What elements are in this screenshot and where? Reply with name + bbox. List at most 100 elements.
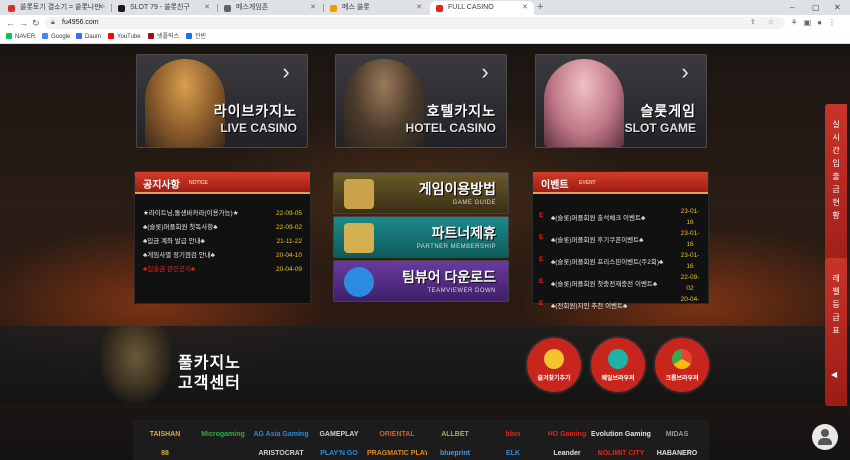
- partner-logo: GAMEPLAY: [319, 431, 359, 438]
- lock-icon: 🔒︎: [51, 19, 55, 26]
- notice-panel: 공지사항 NOTICE ★라이트닝,돌생바카라(이용가능)★ 22-09-05 ♣…: [134, 171, 311, 304]
- close-icon[interactable]: ✕: [310, 1, 316, 15]
- address-bar[interactable]: 🔒︎ fu4956.com ⇪ ☆: [45, 17, 785, 29]
- tab-favicon: [224, 5, 231, 12]
- partner-membership-button[interactable]: 파트너제휴 PARTNER MEMBERSHIP: [333, 216, 509, 258]
- bookmark-label: Google: [51, 34, 71, 40]
- partner-logos: TAISHAN Microgaming AG Asia Gaming GAMEP…: [133, 420, 709, 460]
- new-tab-button[interactable]: +: [537, 0, 543, 15]
- notice-date: 22-09-05: [275, 210, 302, 217]
- notice-item[interactable]: ★라이트닝,돌생바카라(이용가능)★ 22-09-05: [143, 207, 302, 221]
- event-text[interactable]: ♣(전회원)지인 추천 이벤트♣: [551, 300, 627, 310]
- bookmark-google[interactable]: Google: [42, 31, 70, 43]
- extensions-icons[interactable]: ⚘▣●⋮: [790, 15, 842, 31]
- bookmark-naver[interactable]: NAVER: [6, 31, 35, 43]
- lady-portrait: [544, 59, 624, 147]
- partner-logo: ALLBET: [441, 431, 469, 438]
- hotel-casino-banner[interactable]: › 호텔카지노 HOTEL CASINO: [335, 54, 507, 148]
- chat-button[interactable]: [812, 424, 838, 450]
- browser-tab-1[interactable]: 쏠롯토기 결소기 = 쏠롯나만 - ✕: [2, 1, 110, 15]
- event-header: 이벤트 EVENT: [533, 172, 708, 194]
- bookmark-netflix[interactable]: 넷플릭스: [148, 31, 179, 43]
- live-casino-banner[interactable]: › 라이브카지노 LIVE CASINO: [136, 54, 308, 148]
- notice-item[interactable]: ♣게임사별 정기점검 안내♣ 20-04-10: [143, 249, 302, 263]
- tab-title: SLOT 79 - 쏠롯친구: [130, 4, 190, 11]
- partner-logo: ORIENTAL: [379, 431, 415, 438]
- reload-icon[interactable]: ↻: [32, 15, 40, 31]
- bookmark-label: Daum: [85, 34, 102, 40]
- event-date-part: 20-04-: [680, 296, 700, 303]
- support-title-line2: 고객센터: [178, 375, 241, 392]
- event-text[interactable]: ♣(슬롯)퍼플회원 출석체크 이벤트♣: [551, 212, 645, 222]
- tab-title: 메스게임존: [236, 4, 269, 11]
- side-tab-text: 레벨등급표: [832, 274, 840, 335]
- event-text[interactable]: ♣(슬롯)퍼플회원 프리스핀이벤트(주2회)♣: [551, 256, 663, 266]
- notice-item[interactable]: ♣입출금 관련공지♣ 20-04-09: [143, 263, 302, 277]
- event-item[interactable]: E ♣(슬롯)퍼플회원 후기쿠폰이벤트♣ 23-01- 16: [539, 228, 700, 250]
- bookmark-label: 넷플릭스: [157, 34, 180, 40]
- game-guide-button[interactable]: 게임이용방법 GAME GUIDE: [333, 172, 509, 214]
- notice-text[interactable]: ♣입금 계좌 발급 안내♣: [143, 238, 205, 245]
- naver-icon: [6, 33, 12, 39]
- banner-title-kr: 라이브카지노: [213, 103, 297, 119]
- partner-logo: Microgaming: [201, 431, 245, 438]
- event-subtitle: EVENT: [579, 180, 596, 186]
- notice-text[interactable]: ♣(슬롯)퍼플회원 첫독사항♣: [143, 224, 217, 231]
- event-item[interactable]: E ♣(슬롯)퍼플회원 첫충전재충전 이벤트♣ 22-09- 02: [539, 272, 700, 294]
- circle-label: 웨일브라우저: [601, 376, 635, 382]
- browser-toolbar: ← → ↻ 🔒︎ fu4956.com ⇪ ☆ ⚘▣●⋮: [0, 15, 850, 31]
- partner-logo: Evolution Gaming: [591, 431, 651, 438]
- minimize-button[interactable]: –: [790, 0, 794, 15]
- event-item[interactable]: E ♣(슬롯)퍼플회원 출석체크 이벤트♣ 23-01- 16: [539, 206, 700, 228]
- event-date-part: 22-09-: [680, 274, 700, 281]
- browser-tab-active[interactable]: FULL CASINO ✕: [430, 1, 534, 15]
- notice-text[interactable]: ♣입출금 관련공지♣: [143, 266, 195, 273]
- tab-title: 쏠롯토기 결소기 = 쏠롯나만 -: [20, 4, 106, 11]
- event-text[interactable]: ♣(슬롯)퍼플회원 후기쿠폰이벤트♣: [551, 234, 643, 244]
- browser-tab-4[interactable]: 메스 쏠롯 ✕: [324, 1, 428, 15]
- close-icon[interactable]: ✕: [98, 1, 104, 15]
- event-date-part: 02: [686, 285, 694, 292]
- back-arrow-icon[interactable]: ←: [6, 15, 15, 31]
- notice-item[interactable]: ♣입금 계좌 발급 안내♣ 21-11-22: [143, 235, 302, 249]
- forward-arrow-icon[interactable]: →: [19, 15, 28, 31]
- event-list: E ♣(슬롯)퍼플회원 출석체크 이벤트♣ 23-01- 16 E ♣(슬롯)퍼플회원 …: [533, 194, 708, 316]
- notice-text[interactable]: ★라이트닝,돌생바카라(이용가능)★: [143, 210, 239, 217]
- browser-tab-3[interactable]: 메스게임존 ✕: [218, 1, 322, 15]
- tab-favicon: [8, 5, 15, 12]
- slot-game-banner[interactable]: › 슬롯게임 SLOT GAME: [535, 54, 707, 148]
- teamviewer-download-button[interactable]: 팀뷰어 다운로드 TEAMVIEWER DOWN: [333, 260, 509, 302]
- level-grade-tab[interactable]: 레벨등급표 ◀: [825, 258, 847, 406]
- browser-tab-2[interactable]: SLOT 79 - 쏠롯친구 ✕: [112, 1, 216, 15]
- notice-text[interactable]: ♣게임사별 정기점검 안내♣: [143, 252, 215, 259]
- add-bookmark-button[interactable]: 즐겨찾기추가: [527, 338, 581, 392]
- chrome-browser-button[interactable]: 크롬브라우저: [655, 338, 709, 392]
- partner-logo: [193, 447, 253, 460]
- bookmark-daum[interactable]: Daum: [76, 31, 101, 43]
- tab-favicon: [118, 5, 125, 12]
- event-title: 이벤트: [541, 180, 569, 191]
- close-icon[interactable]: ✕: [522, 1, 528, 15]
- banner-title-kr: 호텔카지노: [426, 103, 496, 119]
- close-icon[interactable]: ✕: [416, 1, 422, 15]
- event-text[interactable]: ♣(슬롯)퍼플회원 첫충전재충전 이벤트♣: [551, 278, 657, 288]
- circle-label: 즐겨찾기추가: [537, 376, 571, 382]
- button-title-en: TEAMVIEWER DOWN: [427, 288, 496, 294]
- partner-logo: PRAGMATIC PLAY: [367, 450, 427, 457]
- netflix-icon: [148, 33, 154, 39]
- vip-icon: [344, 223, 374, 253]
- close-window-button[interactable]: ✕: [834, 0, 841, 15]
- bookmark-youtube[interactable]: YouTube: [108, 31, 141, 43]
- notice-item[interactable]: ♣(슬롯)퍼플회원 첫독사항♣ 22-09-02: [143, 221, 302, 235]
- maximize-button[interactable]: ▢: [812, 0, 820, 15]
- chevron-right-icon: ›: [481, 59, 489, 84]
- bookmark-jan[interactable]: 잔빈: [186, 31, 206, 43]
- address-bar-actions[interactable]: ⇪ ☆: [750, 17, 779, 29]
- event-item[interactable]: E ♣(슬롯)퍼플회원 프리스핀이벤트(주2회)♣ 23-01- 16: [539, 250, 700, 272]
- notice-list: ★라이트닝,돌생바카라(이용가능)★ 22-09-05 ♣(슬롯)퍼플회원 첫독사…: [135, 194, 310, 277]
- close-icon[interactable]: ✕: [204, 1, 210, 15]
- whale-browser-button[interactable]: 웨일브라우저: [591, 338, 645, 392]
- url-text[interactable]: fu4956.com: [62, 17, 99, 29]
- event-item[interactable]: E ♣(전회원)지인 추천 이벤트♣ 20-04-: [539, 294, 700, 316]
- event-date: 22-09- 02: [680, 272, 700, 294]
